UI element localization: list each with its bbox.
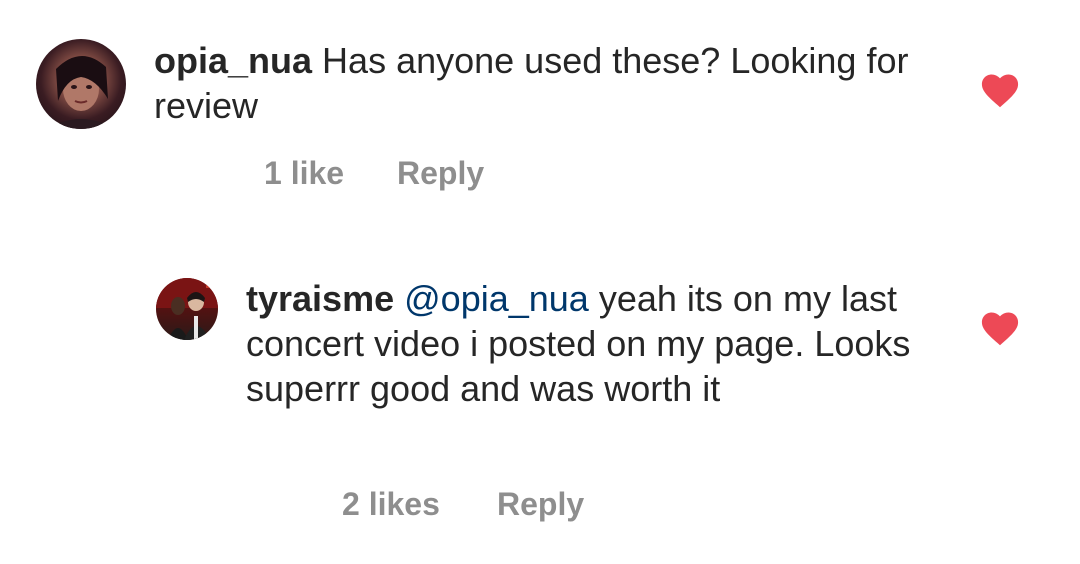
avatar[interactable]: [36, 39, 126, 129]
avatar-image: [156, 278, 218, 340]
username[interactable]: tyraisme: [246, 278, 394, 319]
avatar[interactable]: [156, 278, 218, 340]
like-count[interactable]: 1 like: [264, 155, 344, 192]
avatar-image: [46, 55, 116, 129]
mention-link[interactable]: @opia_nua: [404, 278, 589, 319]
comment-text: tyraisme @opia_nua yeah its on my last c…: [246, 276, 936, 411]
username[interactable]: opia_nua: [154, 40, 312, 81]
comment-text: opia_nua Has anyone used these? Looking …: [154, 38, 914, 128]
heart-icon[interactable]: [981, 74, 1019, 108]
like-count[interactable]: 2 likes: [342, 486, 440, 523]
reply-button[interactable]: Reply: [497, 486, 584, 523]
reply-button[interactable]: Reply: [397, 155, 484, 192]
heart-icon[interactable]: [981, 312, 1019, 346]
